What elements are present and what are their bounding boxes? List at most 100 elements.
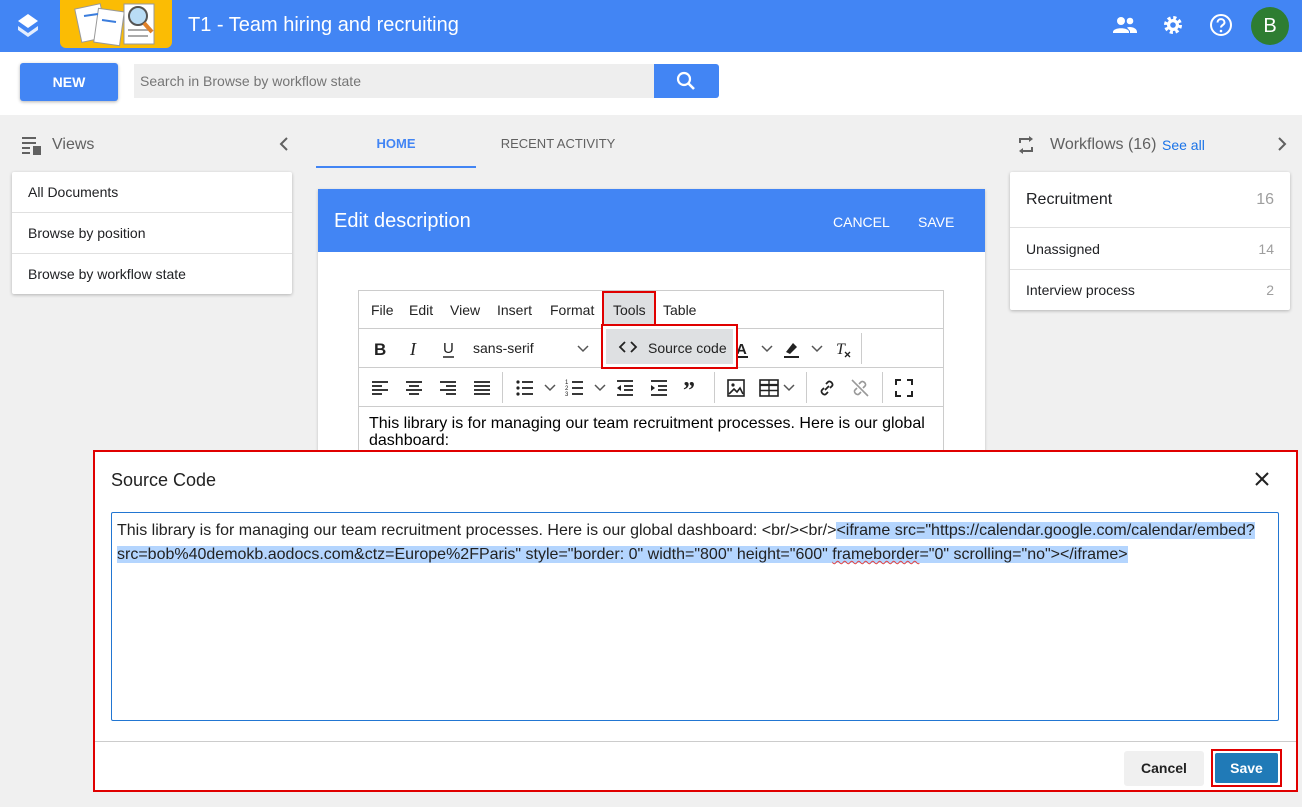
dialog-title: Source Code bbox=[111, 470, 217, 490]
workflow-count: 16 bbox=[1256, 191, 1274, 208]
views-list-icon bbox=[22, 137, 41, 155]
svg-text:U: U bbox=[443, 340, 454, 357]
image-icon[interactable] bbox=[726, 378, 746, 398]
unlink-icon[interactable] bbox=[850, 378, 870, 398]
search-icon bbox=[676, 71, 695, 90]
views-list: All Documents Browse by position Browse … bbox=[12, 172, 292, 294]
action-bar: NEW bbox=[0, 52, 1302, 115]
dialog-save-highlight: Save bbox=[1211, 749, 1282, 787]
italic-icon[interactable]: I bbox=[405, 339, 425, 359]
dialog-save-button[interactable]: Save bbox=[1215, 753, 1278, 783]
tab-recent-activity[interactable]: RECENT ACTIVITY bbox=[476, 124, 640, 168]
menu-insert[interactable]: Insert bbox=[497, 302, 532, 318]
views-header: Views bbox=[20, 134, 94, 156]
rich-text-editor: File Edit View Insert Format Tools Table… bbox=[358, 290, 944, 460]
source-text-misspelled: frameborder bbox=[832, 546, 920, 563]
table-chevron-icon[interactable] bbox=[779, 378, 799, 398]
highlight-color-icon[interactable] bbox=[782, 339, 802, 359]
tools-dropdown-menu: Source code bbox=[601, 324, 738, 369]
source-code-dialog: Source Code This library is for managing… bbox=[93, 450, 1298, 792]
workflow-recruitment[interactable]: Recruitment 16 bbox=[1010, 172, 1290, 228]
menu-edit[interactable]: Edit bbox=[409, 302, 433, 318]
numbered-list-icon[interactable]: 123 bbox=[565, 378, 585, 398]
menu-tools[interactable]: Tools bbox=[613, 302, 646, 318]
workflow-name: Recruitment bbox=[1026, 191, 1113, 208]
underline-icon[interactable]: U bbox=[439, 339, 459, 359]
bullet-list-icon[interactable] bbox=[515, 378, 535, 398]
user-avatar[interactable]: B bbox=[1251, 7, 1289, 45]
search-button[interactable] bbox=[654, 64, 719, 98]
bold-icon[interactable]: B bbox=[370, 339, 390, 359]
edit-save-button[interactable]: SAVE bbox=[918, 214, 954, 230]
gear-icon[interactable] bbox=[1160, 12, 1186, 38]
menu-view[interactable]: View bbox=[450, 302, 480, 318]
workflow-state-unassigned[interactable]: Unassigned 14 bbox=[1010, 229, 1290, 270]
editor-toolbar-layout: 123 ” bbox=[359, 368, 943, 407]
numbered-list-chevron-icon[interactable] bbox=[590, 378, 610, 398]
edit-description-header: Edit description CANCEL SAVE bbox=[318, 189, 985, 252]
new-button[interactable]: NEW bbox=[20, 63, 118, 101]
workflow-sync-icon bbox=[1019, 136, 1033, 154]
svg-text:3: 3 bbox=[565, 392, 569, 398]
source-code-textarea[interactable]: This library is for managing our team re… bbox=[111, 512, 1279, 721]
align-justify-icon[interactable] bbox=[472, 378, 492, 398]
font-family-select[interactable]: sans-serif bbox=[473, 340, 534, 356]
menu-format[interactable]: Format bbox=[550, 302, 594, 318]
align-left-icon[interactable] bbox=[370, 378, 390, 398]
toolbar-separator bbox=[861, 333, 862, 364]
toolbar-separator bbox=[806, 372, 807, 403]
menu-file[interactable]: File bbox=[371, 302, 394, 318]
workflow-state-interview-process[interactable]: Interview process 2 bbox=[1010, 270, 1290, 311]
svg-text:”: ” bbox=[683, 378, 695, 398]
font-chevron-down-icon[interactable] bbox=[573, 339, 593, 359]
outdent-icon[interactable] bbox=[615, 378, 635, 398]
align-center-icon[interactable] bbox=[404, 378, 424, 398]
view-item-browse-by-workflow-state[interactable]: Browse by workflow state bbox=[12, 254, 292, 295]
edit-cancel-button[interactable]: CANCEL bbox=[833, 214, 890, 230]
indent-icon[interactable] bbox=[649, 378, 669, 398]
help-icon[interactable] bbox=[1208, 12, 1234, 38]
clear-formatting-icon[interactable]: T bbox=[833, 339, 853, 359]
app-logo-icon[interactable] bbox=[14, 12, 42, 40]
library-title: T1 - Team hiring and recruiting bbox=[188, 14, 459, 36]
views-title: Views bbox=[52, 136, 95, 153]
toolbar-separator bbox=[502, 372, 503, 403]
edit-description-title: Edit description bbox=[334, 210, 471, 232]
collapse-views-chevron-icon[interactable] bbox=[276, 136, 292, 152]
bullet-list-chevron-icon[interactable] bbox=[540, 378, 560, 398]
editor-content[interactable]: This library is for managing our team re… bbox=[369, 415, 935, 449]
workflows-see-all-link[interactable]: See all bbox=[1162, 137, 1205, 153]
highlight-chevron-icon[interactable] bbox=[807, 339, 827, 359]
workflows-expand-chevron-icon[interactable] bbox=[1274, 136, 1290, 152]
dialog-cancel-button[interactable]: Cancel bbox=[1124, 751, 1204, 786]
source-code-menu-item[interactable]: Source code bbox=[606, 329, 733, 364]
align-right-icon[interactable] bbox=[438, 378, 458, 398]
fullscreen-icon[interactable] bbox=[894, 378, 914, 398]
menu-table[interactable]: Table bbox=[663, 302, 696, 318]
toolbar-separator bbox=[714, 372, 715, 403]
top-bar: T1 - Team hiring and recruiting B bbox=[0, 0, 1302, 52]
text-color-chevron-icon[interactable] bbox=[757, 339, 777, 359]
blockquote-icon[interactable]: ” bbox=[682, 378, 702, 398]
workflow-state-count: 14 bbox=[1258, 241, 1274, 257]
source-text-plain: This library is for managing our team re… bbox=[117, 522, 837, 539]
source-code-icon bbox=[618, 341, 638, 353]
svg-text:B: B bbox=[374, 340, 386, 359]
search-input[interactable] bbox=[134, 64, 654, 98]
table-icon[interactable] bbox=[759, 378, 779, 398]
view-item-all-documents[interactable]: All Documents bbox=[12, 172, 292, 213]
workflows-title: Workflows (16) bbox=[1050, 136, 1157, 153]
people-icon[interactable] bbox=[1112, 12, 1138, 38]
close-icon[interactable] bbox=[1253, 470, 1271, 488]
library-thumbnail bbox=[60, 0, 172, 48]
dialog-footer-divider bbox=[95, 741, 1296, 742]
workflow-state-count: 2 bbox=[1266, 282, 1274, 298]
link-icon[interactable] bbox=[817, 378, 837, 398]
source-code-label: Source code bbox=[648, 340, 727, 356]
svg-text:I: I bbox=[409, 339, 417, 359]
text-color-icon[interactable]: A bbox=[735, 339, 755, 359]
tab-home[interactable]: HOME bbox=[316, 124, 476, 168]
workflows-card: Recruitment 16 Unassigned 14 Interview p… bbox=[1010, 172, 1290, 310]
view-item-browse-by-position[interactable]: Browse by position bbox=[12, 213, 292, 254]
source-text-selected-end: ="0" scrolling="no"></iframe> bbox=[919, 546, 1128, 563]
